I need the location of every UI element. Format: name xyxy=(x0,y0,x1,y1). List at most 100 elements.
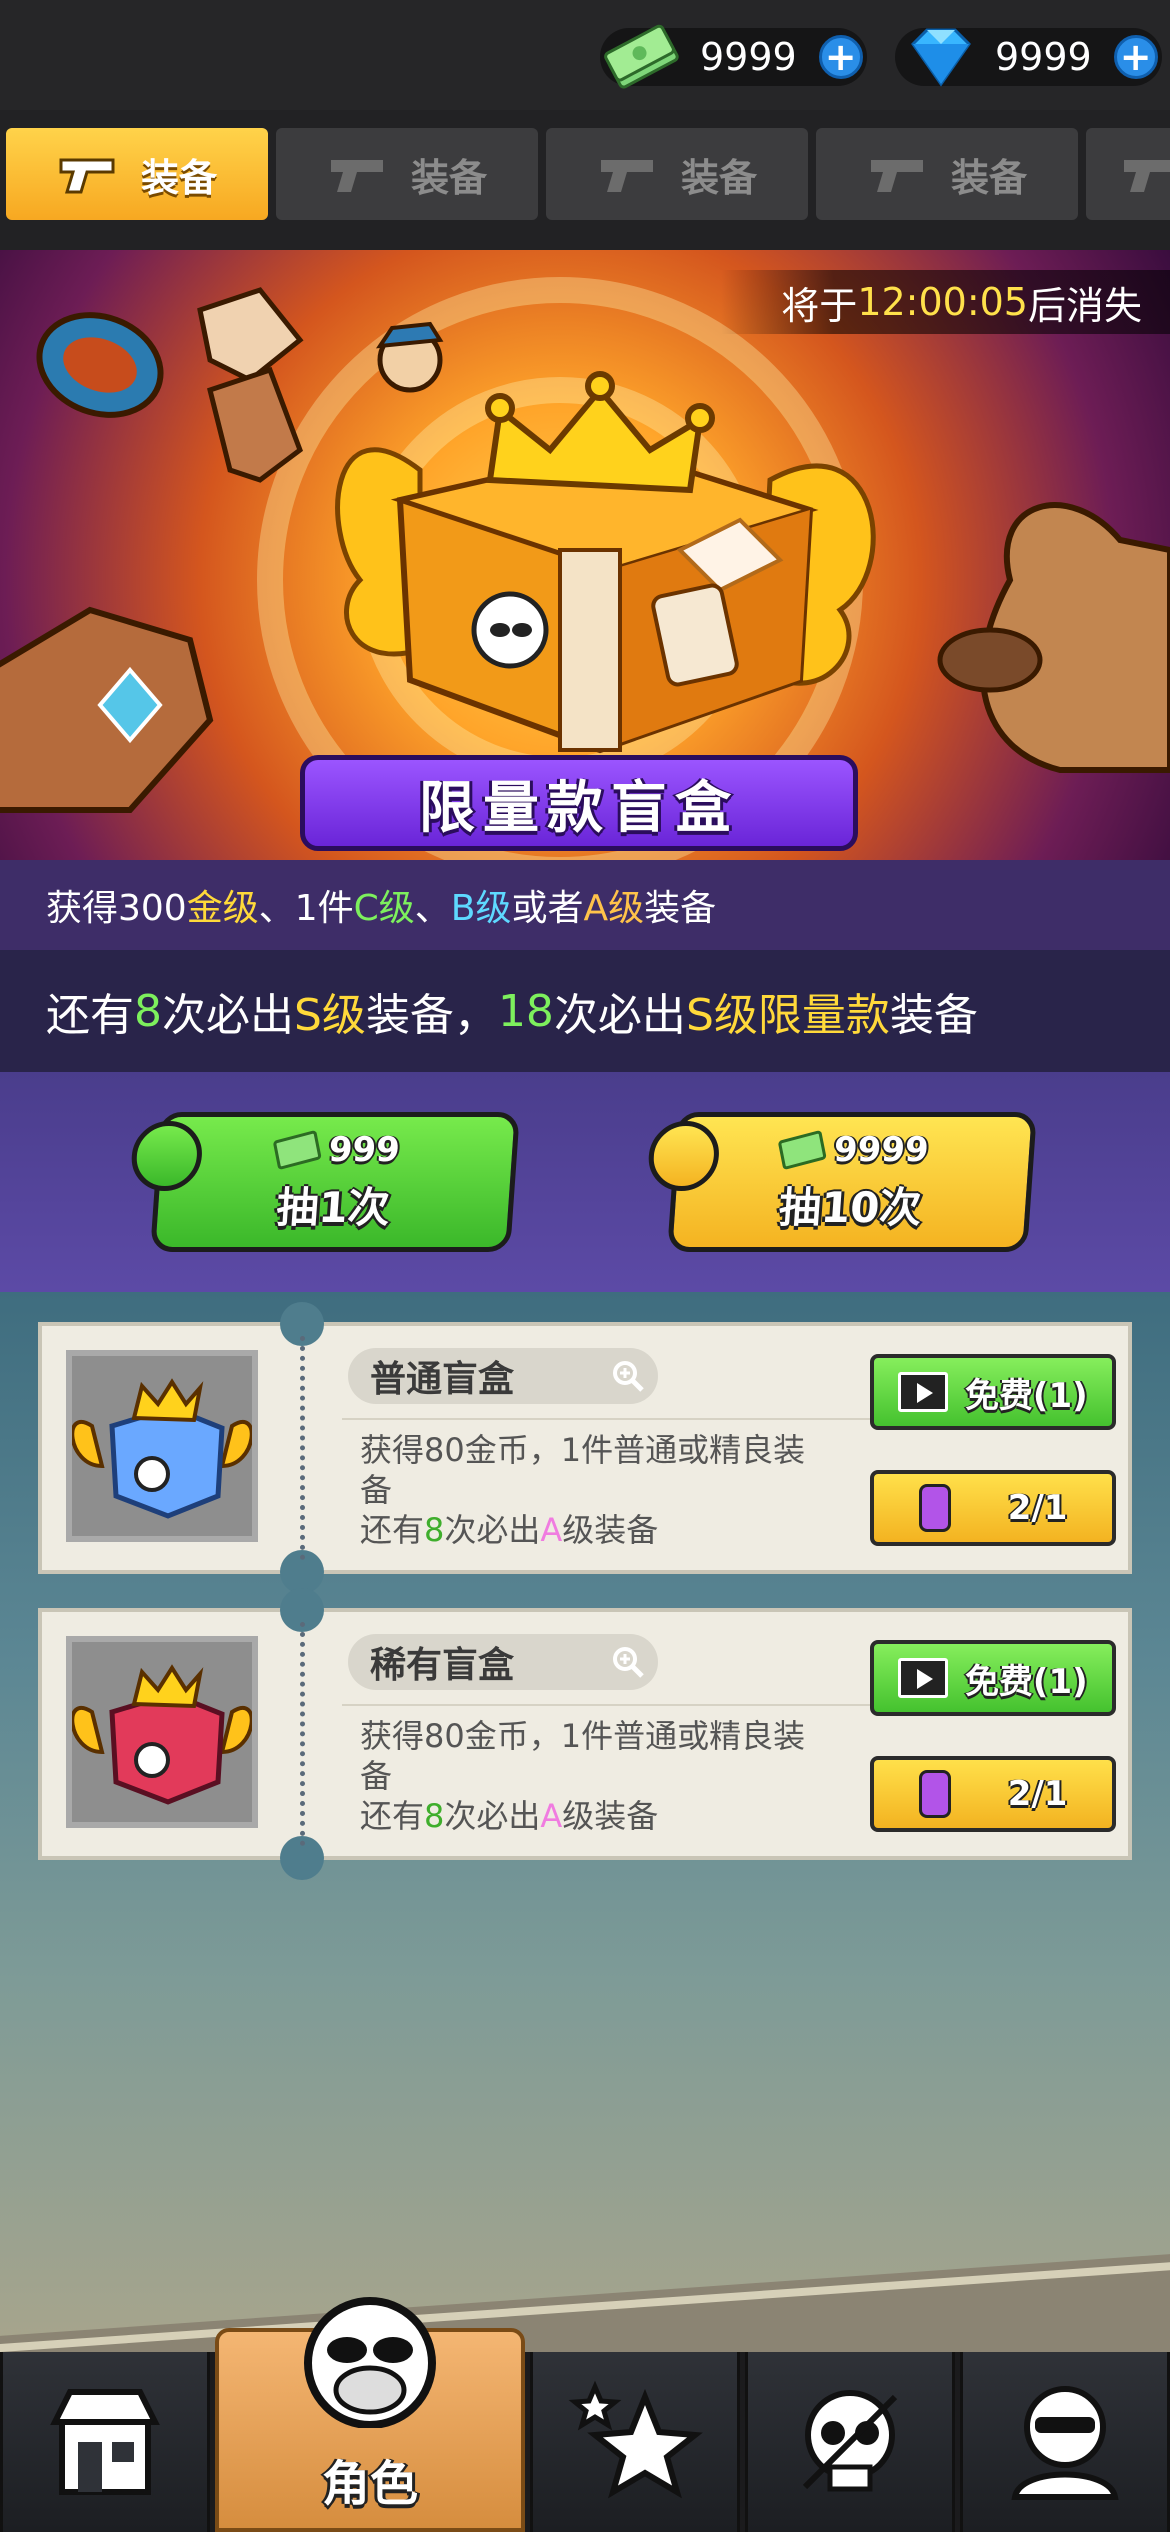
tab-equipment-5[interactable] xyxy=(1086,128,1170,220)
gem-display: 9999 + xyxy=(895,22,1162,92)
tab-label: 装备 xyxy=(950,155,1027,200)
zoom-in-icon[interactable] xyxy=(612,1360,644,1392)
skull-icon xyxy=(802,2390,898,2492)
draw-ten-price: 9999 xyxy=(777,1129,930,1170)
divider xyxy=(342,1418,902,1420)
nav-character[interactable]: 角色 xyxy=(215,2297,525,2532)
grade-letter: A xyxy=(540,1511,563,1549)
monkey-face-icon xyxy=(304,2297,436,2428)
pity-count: 8 xyxy=(424,1511,445,1549)
nav-team[interactable] xyxy=(960,2352,1170,2532)
text: 级装备 xyxy=(562,1511,659,1549)
tab-equipment-4[interactable]: 装备 xyxy=(816,128,1078,220)
small-head-item xyxy=(375,321,444,393)
s-limited-grade: S级限量款 xyxy=(685,990,890,1041)
box-card-normal: 普通盲盒 获得80金币，1件普通或精良装备 还有8次必出A级装备 免费(1) 2… xyxy=(38,1302,1132,1594)
gold-grade: 金级 xyxy=(186,888,259,929)
banner-title: 限量款盲盒 xyxy=(300,755,858,851)
free-label: 免费(1) xyxy=(964,1375,1088,1416)
timer-prefix: 将于 xyxy=(781,283,858,328)
box-name-pill[interactable]: 普通盲盒 xyxy=(348,1348,658,1404)
zoom-in-icon[interactable] xyxy=(612,1646,644,1678)
tab-label: 装备 xyxy=(680,155,757,200)
tab-equipment-3[interactable]: 装备 xyxy=(546,128,808,220)
ticket-perforation xyxy=(300,1622,305,1846)
box-list: 普通盲盒 获得80金币，1件普通或精良装备 还有8次必出A级装备 免费(1) 2… xyxy=(0,1292,1170,2352)
cash-icon xyxy=(777,1129,827,1170)
text: 或者 xyxy=(511,888,584,929)
nav-enemies[interactable] xyxy=(745,2352,955,2532)
pistol-icon xyxy=(330,160,383,192)
nav-shop[interactable] xyxy=(0,2352,210,2532)
bottom-nav: 角色 xyxy=(0,2297,1170,2532)
price-value: 999 xyxy=(327,1129,402,1170)
tab-equipment-1[interactable]: 装备 xyxy=(6,128,268,220)
text: 还有 xyxy=(360,1797,425,1835)
s-grade: S级 xyxy=(294,990,366,1041)
pity-counter: 还有 8 次必出 S级 装备， 18 次必出 S级限量款 装备 xyxy=(0,950,1170,1072)
box-name: 普通盲盒 xyxy=(370,1359,515,1400)
currency-bar: 9999 + 9999 + xyxy=(0,0,1170,110)
pity-count-s: 8 xyxy=(134,985,162,1037)
add-cash-button[interactable]: + xyxy=(818,35,863,79)
draw-section: 999 抽1次 9999 抽10次 xyxy=(0,1072,1170,1292)
gem-pill: 9999 + xyxy=(895,28,1162,87)
tab-equipment-2[interactable]: 装备 xyxy=(276,128,538,220)
add-gem-button[interactable]: + xyxy=(1113,35,1158,79)
free-open-button[interactable]: 免费(1) xyxy=(870,1354,1116,1430)
glove-item xyxy=(197,287,304,383)
slingshot-item xyxy=(937,502,1170,773)
shop-icon xyxy=(50,2389,160,2495)
expiry-timer: 将于 12:00:05 后消失 xyxy=(721,270,1170,334)
button-knob xyxy=(129,1121,205,1191)
text: 、 xyxy=(414,888,451,929)
cash-pill: 9999 + xyxy=(600,24,867,89)
box-name: 稀有盲盒 xyxy=(370,1645,515,1686)
pity-count-limited: 18 xyxy=(497,985,554,1037)
draw-once-button[interactable]: 999 抽1次 xyxy=(129,1112,520,1252)
box-name-pill[interactable]: 稀有盲盒 xyxy=(348,1634,658,1690)
draw-once-price: 999 xyxy=(272,1129,402,1170)
b-grade: B级 xyxy=(450,888,512,929)
cash-amount: 9999 xyxy=(700,35,797,79)
text: 次必出 xyxy=(444,1797,541,1835)
ticket-count: 2/1 xyxy=(1007,1488,1068,1528)
ticket-perforation xyxy=(300,1336,305,1560)
free-open-button[interactable]: 免费(1) xyxy=(870,1640,1116,1716)
text: 装备 xyxy=(644,888,717,929)
draw-once-label: 抽1次 xyxy=(274,1182,392,1232)
purple-can-icon xyxy=(918,1770,951,1818)
ticket-open-button[interactable]: 2/1 xyxy=(870,1756,1116,1832)
text: 级装备 xyxy=(562,1797,659,1835)
cash-icon xyxy=(272,1129,322,1170)
box-description: 获得80金币，1件普通或精良装备 还有8次必出A级装备 xyxy=(360,1430,810,1550)
video-ad-icon xyxy=(898,1372,949,1412)
monkey-team-icon xyxy=(1011,2386,1119,2500)
cash-stack-icon xyxy=(604,24,679,89)
nav-character-label: 角色 xyxy=(321,2456,418,2512)
reward-text: 获得80金币，1件普通或精良装备 xyxy=(360,1717,806,1795)
pistol-icon xyxy=(1124,160,1170,192)
tab-label: 装备 xyxy=(410,155,487,200)
mystery-box xyxy=(390,446,819,754)
price-value: 9999 xyxy=(832,1129,930,1170)
c-grade: C级 xyxy=(353,888,415,929)
rare-box-thumbnail[interactable] xyxy=(66,1636,258,1828)
timer-suffix: 后消失 xyxy=(1027,283,1142,328)
text: 次必出 xyxy=(444,1511,541,1549)
tab-label: 装备 xyxy=(140,155,217,200)
bracelet-item xyxy=(36,312,164,418)
grade-letter: A xyxy=(540,1797,563,1835)
gem-amount: 9999 xyxy=(995,35,1092,79)
nav-skills[interactable] xyxy=(530,2352,740,2532)
text: 、1件 xyxy=(258,888,354,929)
text: 次必出 xyxy=(162,990,294,1041)
ticket-open-button[interactable]: 2/1 xyxy=(870,1470,1116,1546)
normal-box-thumbnail[interactable] xyxy=(66,1350,258,1542)
text: 还有 xyxy=(46,990,134,1041)
divider xyxy=(342,1704,902,1706)
video-ad-icon xyxy=(898,1658,949,1698)
draw-ten-button[interactable]: 9999 抽10次 xyxy=(646,1112,1037,1252)
text: 获得300 xyxy=(46,888,187,929)
limited-box-banner: 将于 12:00:05 后消失 限量款盲盒 xyxy=(0,250,1170,860)
